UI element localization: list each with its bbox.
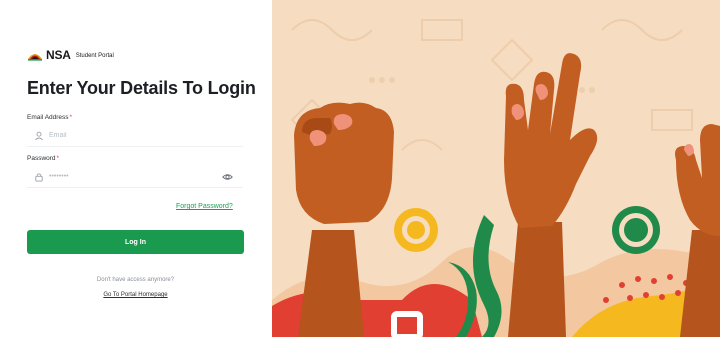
illustration-panel bbox=[272, 0, 720, 337]
email-input[interactable] bbox=[49, 132, 209, 139]
password-required-mark: * bbox=[56, 155, 60, 162]
password-label-text: Password bbox=[27, 155, 56, 162]
login-button[interactable]: Log In bbox=[27, 230, 244, 254]
brand-name: NSA bbox=[46, 48, 71, 62]
email-required-mark: * bbox=[69, 114, 73, 121]
portal-homepage-link[interactable]: Go To Portal Homepage bbox=[27, 292, 244, 298]
password-field-wrapper bbox=[27, 166, 243, 188]
user-icon bbox=[35, 131, 43, 140]
eye-icon[interactable] bbox=[222, 172, 233, 182]
nsa-logo-icon bbox=[28, 54, 42, 61]
password-input[interactable] bbox=[49, 173, 209, 180]
brand: NSA Student Portal bbox=[27, 48, 114, 62]
raised-fists-illustration bbox=[272, 0, 720, 337]
forgot-password-link[interactable]: Forgot Password? bbox=[176, 203, 233, 210]
password-label: Password* bbox=[27, 155, 59, 162]
page-title: Enter Your Details To Login bbox=[27, 78, 256, 98]
email-label-text: Email Address bbox=[27, 114, 69, 121]
email-field-wrapper bbox=[27, 125, 243, 147]
brand-subtitle: Student Portal bbox=[75, 53, 114, 59]
email-label: Email Address* bbox=[27, 114, 72, 121]
login-panel: NSA Student Portal Enter Your Details To… bbox=[0, 0, 272, 337]
lock-icon bbox=[35, 172, 43, 182]
no-access-text: Don't have access anymore? bbox=[96, 277, 175, 283]
